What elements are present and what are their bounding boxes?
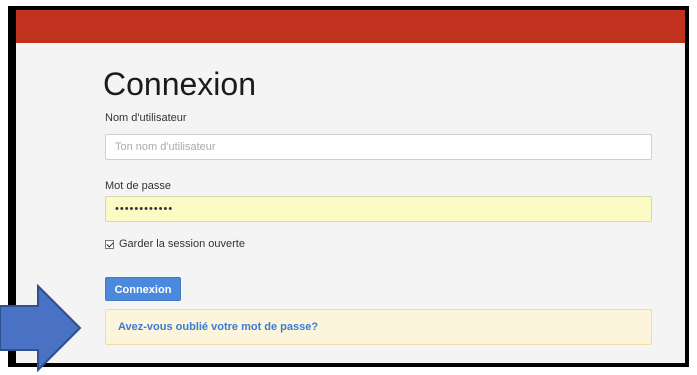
remember-session-checkbox[interactable] (105, 239, 114, 249)
password-label: Mot de passe (105, 180, 172, 192)
login-submit-button[interactable]: Connexion (105, 277, 181, 301)
remember-session-label: Garder la session ouverte (119, 238, 245, 250)
username-label: Nom d'utilisateur (105, 112, 187, 124)
forgot-password-link[interactable]: Avez-vous oublié votre mot de passe? (118, 321, 318, 334)
password-input[interactable]: •••••••••••• (105, 196, 652, 222)
browser-frame: Connexion Nom d'utilisateur Mot de passe… (8, 6, 689, 367)
page-title: Connexion (103, 66, 256, 102)
top-header-bar (16, 10, 685, 43)
password-masked-value: •••••••••••• (115, 203, 174, 215)
username-input[interactable] (105, 134, 652, 160)
arrow-right-icon (0, 284, 82, 372)
forgot-password-notice: Avez-vous oublié votre mot de passe? (105, 309, 652, 345)
remember-session-row[interactable]: Garder la session ouverte (105, 238, 245, 250)
